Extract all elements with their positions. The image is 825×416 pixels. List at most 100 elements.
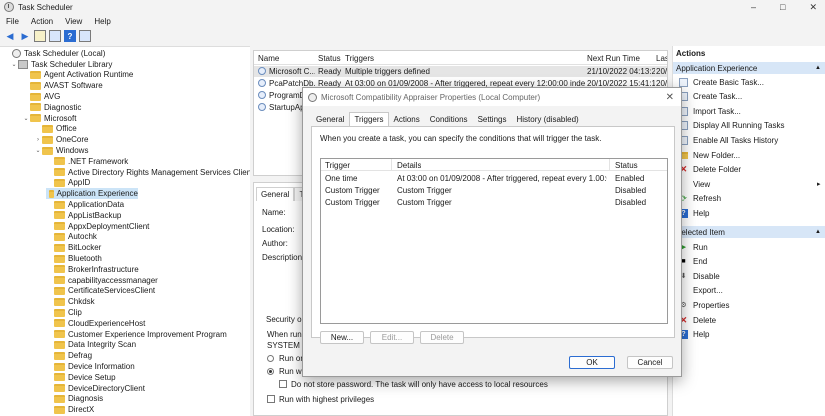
properties-icon[interactable]: [49, 30, 61, 42]
menu-action[interactable]: Action: [31, 17, 53, 26]
menu-view[interactable]: View: [65, 17, 82, 26]
cancel-button[interactable]: Cancel: [627, 356, 673, 369]
new-trigger-button[interactable]: New...: [320, 331, 364, 344]
tree-item[interactable]: Chkdsk: [46, 296, 95, 307]
chevron-down-icon[interactable]: ⌄: [34, 147, 42, 154]
tree-item[interactable]: Task Scheduler (Local): [4, 48, 105, 59]
col-status[interactable]: Status: [615, 161, 638, 170]
actions-section-selected-item[interactable]: Selected Item ▲: [673, 226, 825, 238]
tree-item[interactable]: DirectX: [46, 404, 94, 415]
dlg-tab-general[interactable]: General: [311, 112, 349, 127]
tree-item[interactable]: AVG: [22, 91, 60, 102]
run-whether-radio[interactable]: [267, 368, 274, 375]
tree-item[interactable]: › OneCore: [34, 134, 88, 145]
action-item[interactable]: ⬇ Disable: [679, 270, 720, 282]
action-item[interactable]: ⟳ Refresh: [679, 193, 721, 205]
trigger-row[interactable]: One time At 03:00 on 01/09/2008 - After t…: [321, 172, 667, 184]
trigger-row[interactable]: Custom Trigger Custom Trigger Disabled: [321, 184, 667, 196]
tree-item[interactable]: Data Integrity Scan: [46, 340, 136, 351]
delete-trigger-button[interactable]: Delete: [420, 331, 464, 344]
action-item[interactable]: ? Help: [679, 329, 709, 341]
tree-item[interactable]: BrokerInfrastructure: [46, 264, 139, 275]
tree-item[interactable]: AVAST Software: [22, 80, 103, 91]
edit-trigger-button[interactable]: Edit...: [370, 331, 414, 344]
tree-item[interactable]: Device Information: [46, 361, 135, 372]
action-item[interactable]: ▶ Run: [679, 241, 708, 253]
dlg-tab-settings[interactable]: Settings: [473, 112, 512, 127]
tree-item[interactable]: Diagnosis: [46, 394, 103, 405]
tree-item[interactable]: Diagnostic: [22, 102, 81, 113]
highest-privileges-checkbox[interactable]: [267, 395, 275, 403]
show-pane-icon[interactable]: [79, 30, 91, 42]
action-item[interactable]: ■ End: [679, 256, 707, 268]
action-item[interactable]: Display All Running Tasks: [679, 120, 784, 132]
menu-file[interactable]: File: [6, 17, 19, 26]
column-name[interactable]: Name: [258, 54, 313, 63]
tab-general[interactable]: General: [256, 187, 295, 201]
tree-item[interactable]: .NET Framework: [46, 156, 128, 167]
tree-item[interactable]: Defrag: [46, 350, 92, 361]
tree-item[interactable]: AppListBackup: [46, 210, 121, 221]
close-button[interactable]: ✕: [809, 2, 817, 13]
column-triggers[interactable]: Triggers: [345, 54, 585, 63]
column-status[interactable]: Status: [318, 54, 343, 63]
maximize-button[interactable]: □: [780, 2, 785, 12]
task-row[interactable]: Microsoft C... Ready Multiple triggers def…: [254, 66, 667, 77]
tree-item[interactable]: ApplicationData: [46, 199, 124, 210]
col-trigger[interactable]: Trigger: [325, 161, 350, 170]
tree-item[interactable]: Clip: [46, 307, 82, 318]
tree-item[interactable]: BitLocker: [46, 242, 101, 253]
tree-item[interactable]: DeviceDirectoryClient: [46, 383, 145, 394]
help-icon[interactable]: ?: [64, 30, 76, 42]
action-item[interactable]: Create Task...: [679, 91, 742, 103]
dlg-tab-triggers[interactable]: Triggers: [349, 112, 389, 127]
run-only-radio[interactable]: [267, 355, 274, 362]
col-details[interactable]: Details: [397, 161, 421, 170]
action-item[interactable]: Create Basic Task...: [679, 76, 764, 88]
tree-item[interactable]: Customer Experience Improvement Program: [46, 329, 227, 340]
menu-help[interactable]: Help: [94, 17, 110, 26]
column-last-run[interactable]: Las: [656, 54, 667, 63]
tree-item[interactable]: Device Setup: [46, 372, 116, 383]
action-item[interactable]: Import Task...: [679, 105, 741, 117]
tree-item[interactable]: Agent Activation Runtime: [22, 70, 133, 81]
minimize-button[interactable]: –: [751, 2, 756, 12]
action-item[interactable]: Enable All Tasks History: [679, 134, 778, 146]
tree-item[interactable]: AppxDeploymentClient: [46, 221, 149, 232]
tree-item[interactable]: capabilityaccessmanager: [46, 275, 158, 286]
column-next-run[interactable]: Next Run Time: [587, 54, 655, 63]
action-item[interactable]: ⚙ Properties: [679, 299, 729, 311]
action-item[interactable]: View ▸: [679, 178, 821, 190]
dialog-close-icon[interactable]: ✕: [666, 92, 674, 103]
tree-item[interactable]: Autochk: [46, 232, 97, 243]
tree-item[interactable]: Bluetooth: [46, 253, 102, 264]
actions-section-application-experience[interactable]: Application Experience ▲: [673, 62, 825, 74]
chevron-down-icon[interactable]: ⌄: [10, 61, 18, 68]
dlg-tab-history[interactable]: History (disabled): [511, 112, 583, 127]
tree-item[interactable]: ⌄ Windows: [34, 145, 88, 156]
action-item[interactable]: ? Help: [679, 207, 709, 219]
tree-item[interactable]: Application Experience: [46, 188, 138, 200]
trigger-row[interactable]: Custom Trigger Custom Trigger Disabled: [321, 196, 667, 208]
tree-item[interactable]: CertificateServicesClient: [46, 286, 155, 297]
tree-item[interactable]: ⌄ Microsoft: [22, 113, 76, 124]
action-item[interactable]: Export...: [679, 285, 723, 297]
tree-item[interactable]: Active Directory Rights Management Servi…: [46, 167, 250, 178]
tree-item[interactable]: AppID: [46, 178, 90, 189]
chevron-down-icon[interactable]: ⌄: [22, 115, 30, 122]
do-not-store-checkbox[interactable]: [279, 380, 287, 388]
back-arrow-icon[interactable]: ◀: [4, 30, 16, 42]
collapse-arrow-icon[interactable]: ▲: [815, 65, 821, 71]
tree-item[interactable]: Office: [34, 124, 77, 135]
action-item[interactable]: New Folder...: [679, 149, 740, 161]
folder-up-icon[interactable]: [34, 30, 46, 42]
action-item[interactable]: ✕ Delete Folder: [679, 164, 741, 176]
tree-item[interactable]: ⌄ Task Scheduler Library: [10, 59, 112, 70]
ok-button[interactable]: OK: [569, 356, 615, 369]
forward-arrow-icon[interactable]: ▶: [19, 30, 31, 42]
chevron-right-icon[interactable]: ›: [34, 137, 42, 143]
action-item[interactable]: ✕ Delete: [679, 314, 716, 326]
collapse-arrow-icon[interactable]: ▲: [815, 229, 821, 235]
dlg-tab-actions[interactable]: Actions: [389, 112, 425, 127]
tree-item[interactable]: CloudExperienceHost: [46, 318, 145, 329]
